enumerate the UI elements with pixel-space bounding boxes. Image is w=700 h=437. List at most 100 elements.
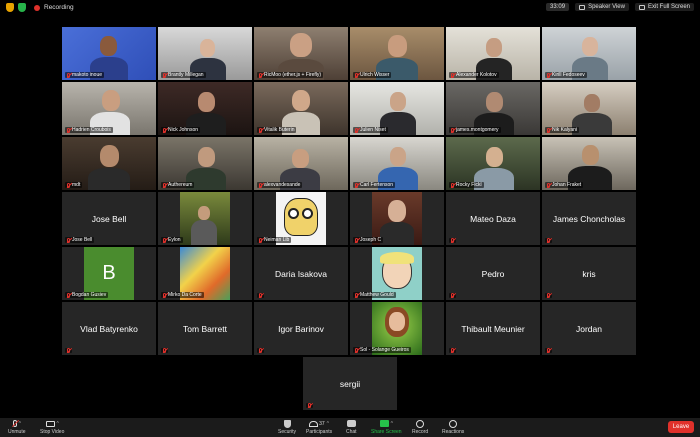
muted-mic-icon	[451, 238, 454, 243]
participant-tile[interactable]: Vlad Batyrenko	[62, 302, 156, 355]
participant-tile[interactable]: James Choncholas	[542, 192, 636, 245]
participant-name-tag: RicMoo (ether.js + Firefly)	[257, 72, 324, 78]
participant-tile[interactable]: Hadrien Croubois	[62, 82, 156, 135]
muted-mic-icon	[259, 127, 262, 133]
chat-bubble-icon	[346, 420, 356, 427]
person-head	[486, 147, 503, 167]
participant-name: Matthew Gould	[360, 292, 394, 298]
participant-name-tag	[161, 348, 168, 353]
participant-tile[interactable]: Ulrich Wisser	[350, 27, 444, 80]
participant-tile[interactable]: Johan Fraket	[542, 137, 636, 190]
participant-tile[interactable]: Joseph C	[350, 192, 444, 245]
participant-tile[interactable]: Mirko Da Corte	[158, 247, 252, 300]
participant-tile[interactable]: Igor Barinov	[254, 302, 348, 355]
person-head	[390, 147, 406, 166]
participant-tile[interactable]: Matthew Gould	[350, 247, 444, 300]
chevron-up-icon[interactable]: ^	[57, 421, 59, 427]
participant-tile[interactable]: kris	[542, 247, 636, 300]
participant-name-tag	[257, 293, 264, 298]
participant-tile[interactable]: Pedro	[446, 247, 540, 300]
muted-mic-icon	[451, 293, 454, 298]
participant-name: Mirko Da Corte	[168, 292, 202, 298]
muted-mic-icon	[259, 348, 262, 353]
participant-name-tag: james.montgomery	[449, 127, 501, 133]
muted-mic-icon	[355, 237, 358, 243]
participant-tile[interactable]: mdt	[62, 137, 156, 190]
participant-tile[interactable]: Authereum	[158, 137, 252, 190]
participant-name: Joseph C	[360, 237, 382, 243]
participant-tile[interactable]: james.montgomery	[446, 82, 540, 135]
participant-name: Nick Johnson	[168, 127, 199, 133]
chevron-up-icon[interactable]: ^	[19, 421, 21, 427]
participant-name-tag: Vitalik Buterin	[257, 127, 297, 133]
exit-full-screen-button[interactable]: Exit Full Screen	[634, 3, 694, 11]
participant-tile[interactable]: Tom Barrett	[158, 302, 252, 355]
participant-tile[interactable]: Julien Niset	[350, 82, 444, 135]
participant-name: RicMoo (ether.js + Firefly)	[264, 72, 322, 78]
person-head	[390, 92, 406, 111]
participant-tile[interactable]: Nick Johnson	[158, 82, 252, 135]
person-head	[584, 94, 600, 112]
participant-tile[interactable]: RicMoo (ether.js + Firefly)	[254, 27, 348, 80]
participant-name-tag: Authereum	[161, 182, 195, 188]
participant-tile[interactable]: Sol - Solange Gueiros	[350, 302, 444, 355]
participant-tile[interactable]: alexvandesande	[254, 137, 348, 190]
participant-tile[interactable]: Eylon	[158, 192, 252, 245]
muted-mic-icon	[67, 182, 70, 188]
person-body	[191, 220, 217, 245]
participant-tile[interactable]: Neiman Lib	[254, 192, 348, 245]
muted-mic-icon	[67, 292, 70, 298]
participant-name: Hadrien Croubois	[72, 127, 111, 133]
muted-mic-icon	[163, 292, 166, 298]
record-button[interactable]: Record	[412, 419, 428, 435]
participant-tile[interactable]: Mateo Daza	[446, 192, 540, 245]
participant-tile[interactable]: B Bogdan Gusiev	[62, 247, 156, 300]
security-shield-icon[interactable]	[18, 3, 26, 12]
participant-tile[interactable]: Daria Isakova	[254, 247, 348, 300]
share-screen-button[interactable]: ^ Share Screen	[371, 419, 402, 435]
chevron-up-icon[interactable]: ^	[391, 421, 393, 427]
participant-name-tag: Rocky Fickl	[449, 182, 484, 188]
participant-name: james.montgomery	[456, 127, 499, 133]
participant-tile[interactable]: Vitalik Buterin	[254, 82, 348, 135]
participant-tile[interactable]: Kirill Fedoseev	[542, 27, 636, 80]
chat-button[interactable]: Chat	[346, 419, 357, 435]
unmute-button[interactable]: ^ Unmute	[8, 419, 26, 435]
muted-mic-icon	[163, 72, 166, 78]
encryption-shield-icon[interactable]	[6, 3, 14, 12]
stop-video-button[interactable]: ^ Stop Video	[40, 419, 64, 435]
participant-display-name: Igor Barinov	[278, 323, 324, 334]
record-label: Record	[412, 429, 429, 435]
participant-tile[interactable]: Jose Bell Jose Bell	[62, 192, 156, 245]
security-button[interactable]: Security	[278, 419, 296, 435]
participant-name: Carl Fertenson	[360, 182, 394, 188]
participant-tile[interactable]: Jordan	[542, 302, 636, 355]
participants-button[interactable]: 37 ^ Participants	[306, 419, 332, 435]
participant-tile[interactable]: Rocky Fickl	[446, 137, 540, 190]
participant-tile[interactable]: Carl Fertenson	[350, 137, 444, 190]
status-area: Recording	[6, 3, 74, 12]
participant-name: Vitalik Buterin	[264, 127, 295, 133]
participant-name: Eylon	[168, 237, 181, 243]
participant-tile[interactable]: sergii	[303, 357, 397, 410]
chevron-up-icon[interactable]: ^	[327, 421, 329, 427]
participant-tile[interactable]: Nik Kalyani	[542, 82, 636, 135]
top-bar: Recording 33:09 Speaker View Exit Full S…	[0, 0, 700, 16]
participant-name-tag: Johan Fraket	[545, 182, 584, 188]
shield-icon	[283, 419, 291, 428]
participant-tile[interactable]: Thibault Meunier	[446, 302, 540, 355]
person-head	[198, 206, 210, 220]
participant-name-tag: Nick Johnson	[161, 127, 201, 133]
participant-name-tag	[545, 348, 552, 353]
recording-label: Recording	[44, 4, 74, 11]
participant-tile-active-speaker[interactable]: Alexander Kolotov	[446, 27, 540, 80]
participant-tile[interactable]: makoto inoue	[62, 27, 156, 80]
muted-mic-icon	[163, 182, 166, 188]
participant-name-tag: Carl Fertenson	[353, 182, 396, 188]
speaker-view-button[interactable]: Speaker View	[575, 3, 629, 11]
participant-tile[interactable]: Brantly Millegan	[158, 27, 252, 80]
muted-mic-icon	[67, 127, 70, 133]
person-head	[290, 33, 312, 57]
leave-button[interactable]: Leave	[668, 421, 694, 433]
reactions-button[interactable]: Reactions	[442, 419, 464, 435]
